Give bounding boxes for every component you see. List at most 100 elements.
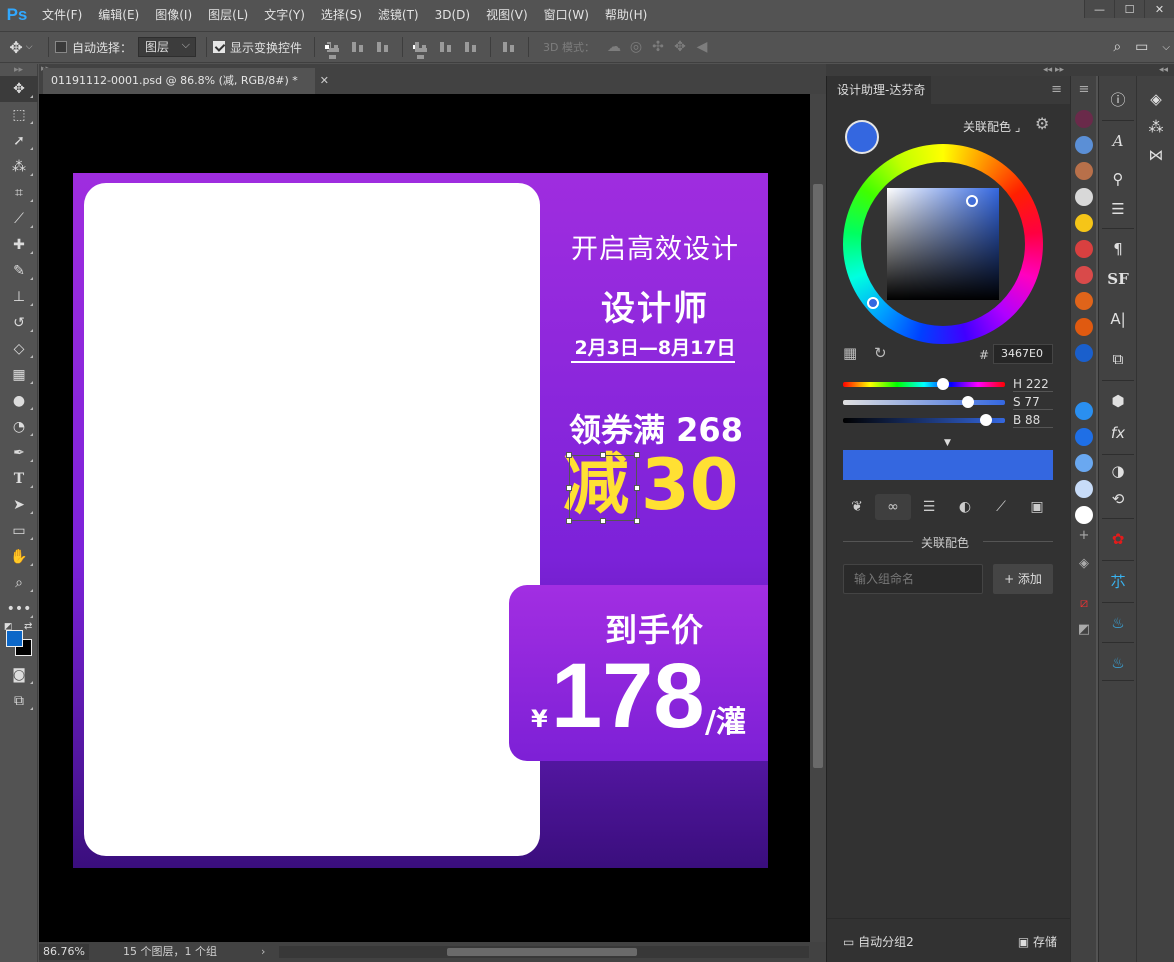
- menu-icon[interactable]: ≡: [1071, 82, 1097, 97]
- transform-handle[interactable]: [634, 452, 640, 458]
- unit-text[interactable]: /灌: [705, 697, 746, 741]
- artwork[interactable]: 开启高效设计 设计师 2月3日—8月17日 领券满 268 减 30 到手价 ¥…: [73, 173, 768, 868]
- auto-select-dropdown[interactable]: 图层: [138, 36, 197, 57]
- sb-picker-knob[interactable]: [966, 195, 978, 207]
- align-bottom-icon[interactable]: [374, 38, 393, 56]
- tool-presets-icon[interactable]: ⚲: [1099, 166, 1137, 192]
- menu-window[interactable]: 窗口(W): [536, 0, 597, 30]
- price-text[interactable]: 178: [551, 641, 705, 751]
- adjust-icon[interactable]: ☰: [1099, 196, 1137, 222]
- plugin-hand-icon[interactable]: ♨: [1099, 610, 1137, 636]
- zoom-field[interactable]: 86.76%: [39, 944, 89, 960]
- zoom-tool-icon[interactable]: ⌕: [0, 570, 38, 596]
- menu-help[interactable]: 帮助(H): [597, 0, 655, 30]
- paths-icon[interactable]: ⋈: [1137, 142, 1174, 168]
- scrollbar-thumb[interactable]: [813, 184, 823, 768]
- quick-mask-icon[interactable]: ◙: [0, 662, 38, 688]
- 3d-roll-icon[interactable]: ◎: [625, 38, 647, 56]
- foreground-color-swatch[interactable]: [6, 630, 23, 647]
- fx-icon[interactable]: fx: [1099, 420, 1137, 446]
- eraser-tool-icon[interactable]: ◇: [0, 336, 38, 362]
- transform-bounding-box[interactable]: [566, 452, 640, 524]
- blur-tool-icon[interactable]: ●: [0, 388, 38, 414]
- discount-amount-text[interactable]: 30: [641, 445, 738, 525]
- link-icon[interactable]: ∞: [875, 494, 911, 520]
- color-swatch[interactable]: [1075, 454, 1093, 472]
- save-button[interactable]: ▣ 存储: [1018, 933, 1057, 950]
- color-swatch[interactable]: [1075, 344, 1093, 362]
- marquee-tool-icon[interactable]: ⬚: [0, 102, 38, 128]
- chevron-down-icon[interactable]: ⌵: [1162, 42, 1170, 53]
- stamp-tool-icon[interactable]: ⊥: [0, 284, 38, 310]
- healing-brush-icon[interactable]: ✚: [0, 232, 38, 258]
- pen-tool-icon[interactable]: ✒: [0, 440, 38, 466]
- saturation-slider[interactable]: [843, 396, 1005, 408]
- layers-icon[interactable]: ◈: [1137, 86, 1174, 112]
- gear-icon[interactable]: ⚙: [1035, 114, 1049, 133]
- menu-view[interactable]: 视图(V): [478, 0, 536, 30]
- transform-handle[interactable]: [600, 452, 606, 458]
- magic-wand-icon[interactable]: ⁂: [0, 154, 38, 180]
- current-color-swatch[interactable]: [845, 120, 879, 154]
- triangle-down-icon[interactable]: ▼: [944, 438, 951, 448]
- canvas-area[interactable]: 开启高效设计 设计师 2月3日—8月17日 领券满 268 减 30 到手价 ¥…: [39, 94, 810, 942]
- color-swatch[interactable]: [1075, 292, 1093, 310]
- dodge-tool-icon[interactable]: ◔: [0, 414, 38, 440]
- menu-layer[interactable]: 图层(L): [200, 0, 256, 30]
- assoc-color-label[interactable]: 关联配色 ⌟: [963, 118, 1020, 135]
- title-text[interactable]: 设计师: [565, 281, 745, 330]
- hue-value[interactable]: H 222: [1013, 377, 1053, 392]
- swap-colors-icon[interactable]: ⇄: [24, 621, 32, 632]
- move-tool-preset-icon[interactable]: ✥ ⌵: [0, 38, 42, 57]
- channels-icon[interactable]: ⁂: [1137, 114, 1174, 140]
- tab-color-assistant[interactable]: 设计助理-达芬奇: [827, 76, 931, 104]
- date-text[interactable]: 2月3日—8月17日: [565, 333, 745, 360]
- document-tab[interactable]: 01191112-0001.psd @ 86.8% (减, RGB/8#) * …: [43, 68, 329, 94]
- panel-grip-icon[interactable]: ▸▸: [0, 64, 37, 76]
- more-tools-icon[interactable]: •••: [0, 596, 38, 622]
- path-select-icon[interactable]: ➤: [0, 492, 38, 518]
- info-icon[interactable]: ⓘ: [1099, 86, 1137, 112]
- panel-grip[interactable]: ◂◂ ▸▸: [826, 64, 1070, 76]
- panel-grip[interactable]: ◂◂: [1096, 64, 1174, 76]
- menu-type[interactable]: 文字(Y): [256, 0, 313, 30]
- move-tool-icon[interactable]: ✥: [0, 76, 38, 102]
- color-mix-icon[interactable]: ❦: [839, 494, 875, 520]
- color-swatch[interactable]: [1075, 136, 1093, 154]
- styles-icon[interactable]: SF: [1099, 266, 1137, 292]
- grid-icon[interactable]: ▦: [843, 344, 857, 362]
- image-icon[interactable]: ▣: [1019, 494, 1055, 520]
- gradient-tool-icon[interactable]: ▦: [0, 362, 38, 388]
- transform-handle[interactable]: [566, 518, 572, 524]
- type-tool-icon[interactable]: T: [0, 466, 38, 492]
- crop-tool-icon[interactable]: ⌗: [0, 180, 38, 206]
- product-image-placeholder[interactable]: [84, 183, 540, 856]
- menu-file[interactable]: 文件(F): [34, 0, 90, 30]
- history-brush-icon[interactable]: ↺: [0, 310, 38, 336]
- color-swatch[interactable]: [1075, 402, 1093, 420]
- menu-image[interactable]: 图像(I): [147, 0, 200, 30]
- distribute-hcenter-icon[interactable]: [437, 38, 456, 56]
- panel-grip[interactable]: [1070, 64, 1096, 76]
- adjustments-icon[interactable]: ◑: [1099, 458, 1137, 484]
- chevron-right-icon[interactable]: ›: [261, 942, 265, 962]
- align-vcenter-icon[interactable]: [349, 38, 368, 56]
- eyedropper-tool-icon[interactable]: ⟋: [0, 206, 38, 232]
- hue-picker-knob[interactable]: [867, 297, 879, 309]
- minimize-icon[interactable]: —: [1084, 0, 1114, 18]
- color-swatch[interactable]: [1075, 214, 1093, 232]
- align-right-icon[interactable]: [324, 44, 340, 59]
- auto-group-button[interactable]: ▭ 自动分组2: [843, 933, 914, 950]
- transform-handle[interactable]: [566, 485, 572, 491]
- auto-select-checkbox[interactable]: [55, 41, 67, 53]
- paragraph-icon[interactable]: ¶: [1099, 236, 1137, 262]
- search-icon[interactable]: ⌕: [1113, 39, 1121, 55]
- contrast-icon[interactable]: ◐: [947, 494, 983, 520]
- scrollbar-thumb[interactable]: [447, 948, 637, 956]
- auto-align-icon[interactable]: [500, 38, 519, 56]
- menu-select[interactable]: 选择(S): [313, 0, 370, 30]
- no-color-icon[interactable]: ⧄: [1071, 596, 1097, 611]
- color-swatch[interactable]: [1075, 188, 1093, 206]
- 3d-orbit-icon[interactable]: ☁: [603, 38, 625, 56]
- screen-mode-icon[interactable]: ⧉: [0, 688, 38, 714]
